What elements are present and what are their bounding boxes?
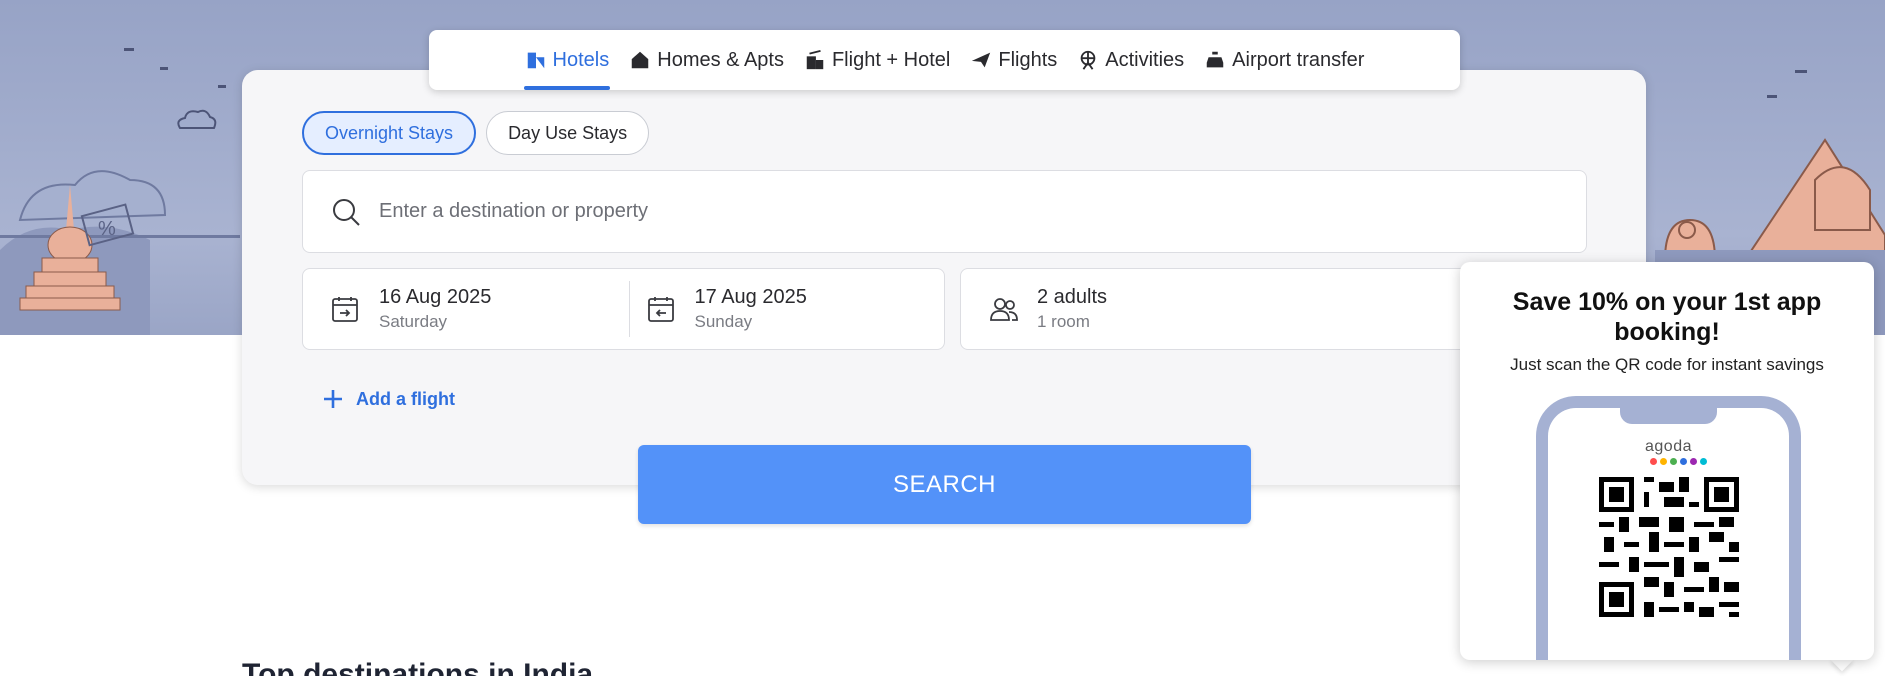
overnight-stays-button[interactable]: Overnight Stays (302, 111, 477, 155)
tab-activities[interactable]: Activities (1067, 30, 1194, 90)
check-in-day: Saturday (379, 312, 448, 331)
svg-text:%: % (98, 218, 116, 240)
tab-label: Flights (998, 48, 1058, 71)
plus-icon (324, 390, 342, 408)
add-flight-label: Add a flight (356, 388, 455, 409)
promo-title: Save 10% on your 1st app booking! (1512, 288, 1822, 346)
search-button[interactable]: SEARCH (638, 445, 1251, 524)
guests-icon (990, 298, 1018, 321)
app-promo-popup: Save 10% on your 1st app booking! Just s… (1460, 262, 1874, 660)
section-title: Top destinations in India (242, 658, 594, 676)
check-out-day: Sunday (694, 312, 753, 331)
page: % Hotels Homes & Apts Flight + Hotel Fli… (0, 0, 1885, 676)
rooms-count: 1 room (1037, 312, 1090, 331)
logo-dot (1650, 458, 1657, 465)
tab-homes-apts[interactable]: Homes & Apts (619, 30, 794, 90)
date-picker: 16 Aug 2025 Saturday 17 Aug 2025 Sunday (302, 268, 945, 350)
tab-hotels[interactable]: Hotels (515, 30, 620, 90)
phone-mockup: agoda (1536, 396, 1801, 660)
destination-input[interactable] (379, 200, 1479, 223)
car-icon (1206, 51, 1224, 68)
tab-label: Hotels (552, 48, 610, 71)
tab-label: Activities (1105, 48, 1185, 71)
plane-icon (972, 52, 991, 68)
promo-subtitle: Just scan the QR code for instant saving… (1510, 355, 1824, 374)
tab-airport-transfer[interactable]: Airport transfer (1194, 30, 1374, 90)
logo-dot (1690, 458, 1697, 465)
agoda-logo: agoda (1645, 438, 1692, 455)
check-out-date: 17 Aug 2025 (694, 286, 807, 308)
product-tabs: Hotels Homes & Apts Flight + Hotel Fligh… (429, 30, 1460, 90)
check-in-field[interactable]: 16 Aug 2025 Saturday (303, 269, 629, 349)
tab-flight-hotel[interactable]: Flight + Hotel (794, 30, 960, 90)
hotel-icon (527, 52, 544, 69)
calendar-check-in-icon (332, 297, 358, 322)
add-flight-button[interactable]: Add a flight (322, 388, 455, 410)
check-out-field[interactable]: 17 Aug 2025 Sunday (628, 281, 945, 337)
destination-field[interactable] (302, 170, 1587, 253)
qr-code (1599, 477, 1739, 617)
agoda-logo-dots (1650, 458, 1707, 465)
tab-label: Homes & Apts (657, 48, 784, 71)
tab-label: Airport transfer (1232, 48, 1365, 71)
temple-illustration: % (0, 170, 240, 335)
day-use-stays-button[interactable]: Day Use Stays (486, 111, 650, 155)
phone-notch (1620, 404, 1717, 424)
logo-dot (1670, 458, 1677, 465)
check-in-date: 16 Aug 2025 (379, 286, 492, 308)
cloud-icon (177, 109, 217, 129)
tab-flights[interactable]: Flights (960, 30, 1067, 90)
home-icon (632, 51, 649, 69)
stay-type-toggle: Overnight Stays Day Use Stays (302, 111, 650, 155)
logo-dot (1680, 458, 1687, 465)
ferris-wheel-icon (1080, 50, 1096, 70)
logo-dot (1660, 458, 1667, 465)
search-card: Overnight Stays Day Use Stays 16 Aug 202… (242, 70, 1646, 485)
logo-dot (1700, 458, 1707, 465)
bird-marks (124, 48, 226, 88)
tab-label: Flight + Hotel (831, 48, 951, 71)
flight-hotel-icon (806, 49, 824, 70)
search-icon (333, 198, 360, 226)
calendar-check-out-icon (647, 297, 674, 322)
guests-count: 2 adults (1037, 286, 1108, 308)
